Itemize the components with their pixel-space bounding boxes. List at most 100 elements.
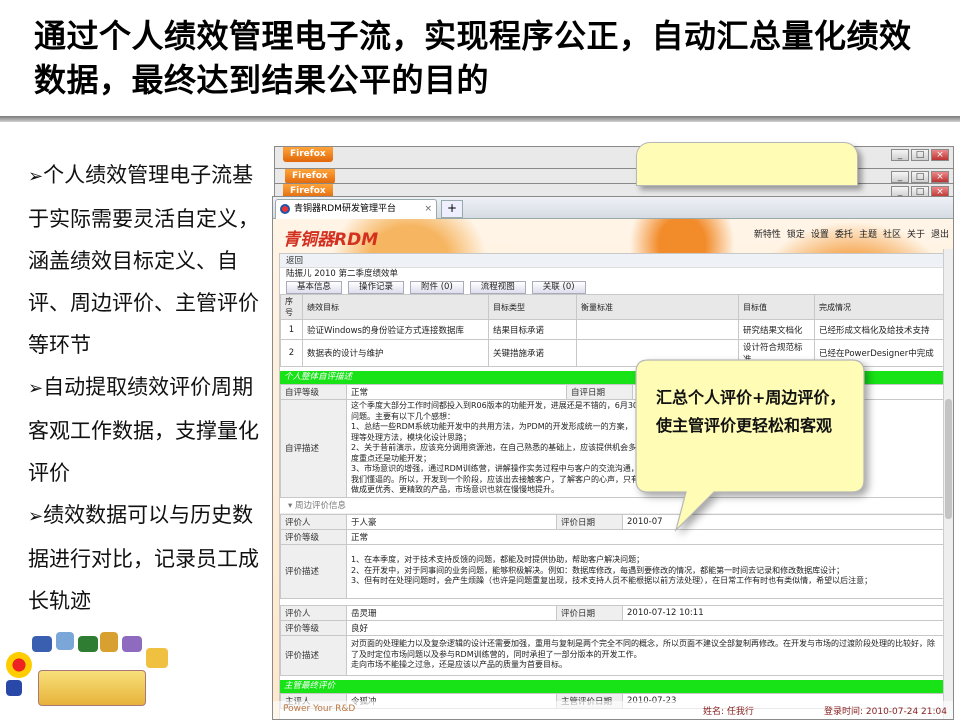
table-cell: 研究结果文档化 (738, 319, 815, 340)
bullet-item: ➢自动提取绩效评价周期客观工作数据，支撑量化评价 (28, 366, 273, 494)
desc-line: 3、但有时在处理问题时，会产生烦躁（也许是问题重复出现，技术支持人员不能根据以前… (351, 576, 873, 586)
callout-text: 汇总个人评价+周边评价，使主管评价更轻松和客观 (656, 388, 846, 435)
column-header: 目标类型 (488, 294, 577, 320)
field-value: 岳灵珊 (346, 604, 557, 621)
back-link[interactable]: 返回 (280, 254, 946, 268)
field-label: 评价等级 (280, 619, 347, 636)
table-row: 1 验证Windows的身份验证方式连接数据库 结果目标承诺 研究结果文档化 已… (280, 319, 946, 340)
bullet-item: ➢绩效数据可以与历史数据进行对比，记录员工成长轨迹 (28, 494, 273, 622)
table-cell: 数据表的设计与维护 (302, 339, 489, 367)
table-row: 评价描述 对页面的处理能力以及复杂逻辑的设计还需要加强，重用与复制是两个完全不同… (280, 634, 946, 676)
field-value: 2010-07-12 10:11 (622, 604, 946, 621)
column-header: 衡量标准 (576, 294, 739, 320)
nav-item[interactable]: 设置 (811, 227, 829, 240)
product-logo-collage (2, 630, 177, 720)
window-controls: _ □ × (891, 171, 949, 183)
field-label: 评价描述 (280, 634, 347, 676)
new-tab-button[interactable]: + (441, 200, 463, 218)
desc-line: 1、在本季度，对于技术支持反馈的问题，都能及时提供协助，帮助客户解决问题； (351, 555, 645, 565)
logo-icon (122, 636, 142, 652)
tab-basic-info[interactable]: 基本信息 (286, 281, 343, 294)
tab-bar: 青铜器RDM研发管理平台 × + (273, 197, 953, 219)
field-label: 评价日期 (556, 513, 623, 530)
nav-item[interactable]: 委托 (835, 227, 853, 240)
slide-title: 通过个人绩效管理电子流，实现程序公正，自动汇总量化绩效数据，最终达到结果公平的目… (34, 17, 912, 99)
arrow-bullet-icon: ➢ (28, 378, 44, 399)
field-label: 评价日期 (556, 604, 623, 621)
form-tabs: 基本信息 操作记录 附件 (0) 流程视图 关联 (0) (280, 281, 946, 294)
app-header: 青铜器RDM 新特性 锁定 设置 委托 主题 社区 关于 退出 (273, 219, 953, 250)
tab-attachments[interactable]: 附件 (0) (410, 281, 464, 294)
table-row: 评价等级 良好 (280, 619, 946, 636)
field-label: 自评日期 (566, 384, 633, 400)
field-label: 自评等级 (280, 384, 347, 400)
table-cell (576, 319, 739, 340)
minimize-icon[interactable]: _ (891, 171, 909, 183)
nav-item[interactable]: 退出 (931, 227, 949, 240)
desc-line: 2、在开发中，对于同事间的业务问题，能够积极解决。例如：数据库修改，每遇到要修改… (351, 565, 845, 575)
tab-close-icon[interactable]: × (424, 200, 432, 218)
firefox-menu-button[interactable]: Firefox (283, 147, 333, 162)
field-value: 对页面的处理能力以及复杂逻辑的设计还需要加强，重用与复制是两个完全不同的概念，所… (346, 634, 946, 676)
field-value: 于人豪 (346, 513, 557, 530)
field-label: 自评描述 (280, 399, 347, 498)
favicon-icon (280, 204, 290, 214)
nav-item[interactable]: 主题 (859, 227, 877, 240)
section-title: 周边评价信息 (294, 500, 346, 511)
arrow-bullet-icon: ➢ (28, 506, 44, 527)
tab-flow-view[interactable]: 流程视图 (469, 281, 526, 294)
column-header: 绩效目标 (302, 294, 489, 320)
callout-top-partial (636, 142, 858, 186)
field-value: 1、在本季度，对于技术支持反馈的问题，都能及时提供协助，帮助客户解决问题； 2、… (346, 543, 946, 599)
column-header: 完成情况 (814, 294, 946, 320)
table-cell: 1 (280, 319, 303, 340)
logo-banner (38, 670, 146, 706)
field-value: 良好 (346, 619, 946, 636)
close-icon[interactable]: × (931, 171, 949, 183)
title-divider (0, 116, 960, 122)
tab-title: 青铜器RDM研发管理平台 (294, 204, 396, 214)
firefox-menu-button[interactable]: Firefox (285, 169, 335, 184)
login-time: 登录时间: 2010-07-24 21:04 (824, 707, 947, 717)
table-cell: 关键措施承诺 (488, 339, 577, 367)
table-cell: 结果目标承诺 (488, 319, 577, 340)
logo-icon (146, 648, 168, 668)
close-icon[interactable]: × (931, 149, 949, 161)
status-bar: Power Your R&D 姓名: 任我行 登录时间: 2010-07-24 … (273, 701, 953, 719)
logo-icon (78, 636, 98, 652)
scrollbar-thumb[interactable] (945, 399, 952, 519)
maximize-icon[interactable]: □ (911, 171, 929, 183)
collapse-toggle-icon[interactable]: ▾ (288, 501, 292, 511)
field-label: 评价等级 (280, 528, 347, 545)
minimize-icon[interactable]: _ (891, 149, 909, 161)
table-cell: 2 (280, 339, 303, 367)
nav-item[interactable]: 新特性 (754, 227, 781, 240)
logo-icon (56, 632, 74, 650)
field-label: 评价人 (280, 513, 347, 530)
nav-item[interactable]: 关于 (907, 227, 925, 240)
column-header: 目标值 (738, 294, 815, 320)
form-title: 陆振儿 2010 第二季度绩效单 (286, 269, 399, 279)
bullet-text: 自动提取绩效评价周期客观工作数据，支撑量化评价 (28, 375, 259, 485)
table-cell: 已经形成文档化及给技术支持 (814, 319, 946, 340)
arrow-bullet-icon: ➢ (28, 166, 44, 187)
peer-eval-table: 评价人 岳灵珊 评价日期 2010-07-12 10:11 评价等级 良好 评价… (280, 604, 946, 676)
browser-tab[interactable]: 青铜器RDM研发管理平台 × (275, 199, 437, 219)
table-row: 评价人 岳灵珊 评价日期 2010-07-12 10:11 (280, 604, 946, 621)
field-value: 正常 (346, 384, 567, 400)
window-controls: _ □ × (891, 149, 949, 161)
tab-operation-log[interactable]: 操作记录 (348, 281, 405, 294)
tab-relations[interactable]: 关联 (0) (531, 281, 586, 294)
logged-in-user: 姓名: 任我行 (703, 707, 754, 717)
bullet-item: ➢个人绩效管理电子流基于实际需要灵活自定义，涵盖绩效目标定义、自评、周边评价、主… (28, 154, 273, 366)
desc-line: 走向市场不能操之过急，还是应该以产品的质量为首要目标。 (351, 660, 567, 670)
maximize-icon[interactable]: □ (911, 149, 929, 161)
app-logo: 青铜器RDM (283, 230, 379, 250)
vertical-scrollbar[interactable] (943, 249, 953, 719)
bullet-text: 个人绩效管理电子流基于实际需要灵活自定义，涵盖绩效目标定义、自评、周边评价、主管… (28, 163, 259, 357)
nav-item[interactable]: 锁定 (787, 227, 805, 240)
table-header-row: 序号 绩效目标 目标类型 衡量标准 目标值 完成情况 (280, 294, 946, 320)
column-header: 序号 (280, 294, 303, 320)
nav-item[interactable]: 社区 (883, 227, 901, 240)
field-label: 评价人 (280, 604, 347, 621)
